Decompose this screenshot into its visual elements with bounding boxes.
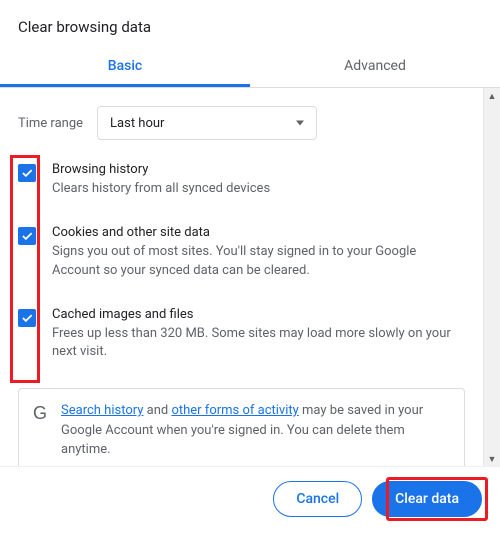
- tab-basic[interactable]: Basic: [0, 46, 250, 87]
- option-desc: Clears history from all synced devices: [52, 180, 465, 199]
- option-desc: Frees up less than 320 MB. Some sites ma…: [52, 325, 465, 363]
- option-text: Cookies and other site data Signs you ou…: [52, 225, 465, 281]
- scrollbar[interactable]: ▲ ▼: [483, 88, 500, 468]
- dialog-title: Clear browsing data: [0, 0, 500, 46]
- tab-advanced[interactable]: Advanced: [250, 46, 500, 87]
- option-text: Browsing history Clears history from all…: [52, 162, 465, 199]
- google-g-icon: G: [33, 401, 47, 424]
- checkbox-cookies[interactable]: [18, 227, 36, 245]
- other-activity-link[interactable]: other forms of activity: [171, 403, 298, 418]
- checkbox-browsing-history[interactable]: [18, 164, 36, 182]
- scroll-up-icon[interactable]: ▲: [484, 88, 500, 105]
- option-title: Cached images and files: [52, 307, 465, 322]
- tabs: Basic Advanced: [0, 46, 500, 88]
- time-range-label: Time range: [18, 116, 83, 131]
- check-icon: [20, 229, 34, 243]
- time-range-row: Time range Last hour: [18, 106, 465, 140]
- option-title: Browsing history: [52, 162, 465, 177]
- cancel-button[interactable]: Cancel: [273, 481, 362, 517]
- dialog-footer: Cancel Clear data: [0, 466, 500, 533]
- option-desc: Signs you out of most sites. You'll stay…: [52, 243, 465, 281]
- chevron-down-icon: [296, 121, 304, 126]
- time-range-select[interactable]: Last hour: [97, 106, 317, 140]
- check-icon: [20, 311, 34, 325]
- option-text: Cached images and files Frees up less th…: [52, 307, 465, 363]
- option-cookies: Cookies and other site data Signs you ou…: [18, 225, 465, 281]
- option-title: Cookies and other site data: [52, 225, 465, 240]
- content-wrap: Time range Last hour Browsing history Cl…: [0, 88, 500, 468]
- check-icon: [20, 166, 34, 180]
- time-range-value: Last hour: [110, 116, 164, 131]
- clear-browsing-data-dialog: Clear browsing data Basic Advanced Time …: [0, 0, 500, 533]
- option-browsing-history: Browsing history Clears history from all…: [18, 162, 465, 199]
- content: Time range Last hour Browsing history Cl…: [0, 88, 483, 468]
- search-history-link[interactable]: Search history: [61, 403, 143, 418]
- info-text-sep: and: [143, 403, 171, 418]
- google-account-info: G Search history and other forms of acti…: [18, 388, 465, 468]
- checkbox-cached[interactable]: [18, 309, 36, 327]
- info-text: Search history and other forms of activi…: [61, 401, 450, 460]
- clear-data-button[interactable]: Clear data: [372, 481, 482, 517]
- option-cached: Cached images and files Frees up less th…: [18, 307, 465, 363]
